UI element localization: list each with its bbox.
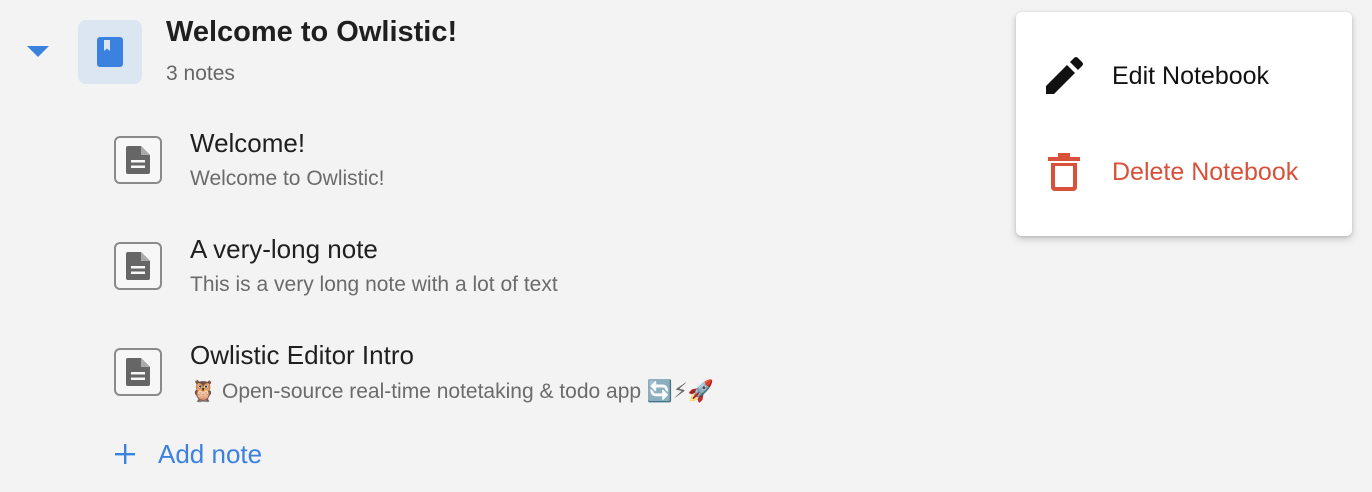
trash-icon: [1044, 152, 1084, 192]
pencil-icon: [1044, 56, 1084, 96]
note-item[interactable]: Welcome! Welcome to Owlistic!: [114, 128, 964, 196]
caret-down-icon: [27, 46, 49, 57]
note-preview: 🦉 Open-source real-time notetaking & tod…: [190, 380, 714, 403]
note-title: Welcome!: [190, 128, 306, 158]
add-note-label: Add note: [158, 438, 263, 469]
edit-notebook-menu-item[interactable]: Edit Notebook: [1016, 28, 1352, 124]
book-icon: [97, 37, 123, 67]
plus-icon: [115, 444, 135, 464]
notebook-icon: [78, 20, 142, 84]
document-icon: [114, 348, 162, 396]
note-preview: Welcome to Owlistic!: [190, 167, 385, 190]
notebook-title: Welcome to Owlistic!: [166, 16, 458, 48]
notebook-context-menu: Edit Notebook Delete Notebook: [1016, 12, 1352, 236]
collapse-toggle[interactable]: [26, 44, 50, 60]
note-title: Owlistic Editor Intro: [190, 340, 414, 370]
note-item[interactable]: Owlistic Editor Intro 🦉 Open-source real…: [114, 340, 964, 408]
notebook-note-count: 3 notes: [166, 62, 235, 85]
note-preview: This is a very long note with a lot of t…: [190, 273, 558, 296]
note-title: A very-long note: [190, 234, 378, 264]
note-item[interactable]: A very-long note This is a very long not…: [114, 234, 964, 302]
document-icon: [114, 136, 162, 184]
notebook-page: Welcome to Owlistic! 3 notes Welcome! We…: [0, 0, 1372, 492]
delete-notebook-menu-item[interactable]: Delete Notebook: [1016, 124, 1352, 220]
document-icon: [114, 242, 162, 290]
edit-notebook-label: Edit Notebook: [1112, 61, 1270, 90]
add-note-button[interactable]: Add note: [114, 436, 262, 472]
delete-notebook-label: Delete Notebook: [1112, 157, 1299, 186]
